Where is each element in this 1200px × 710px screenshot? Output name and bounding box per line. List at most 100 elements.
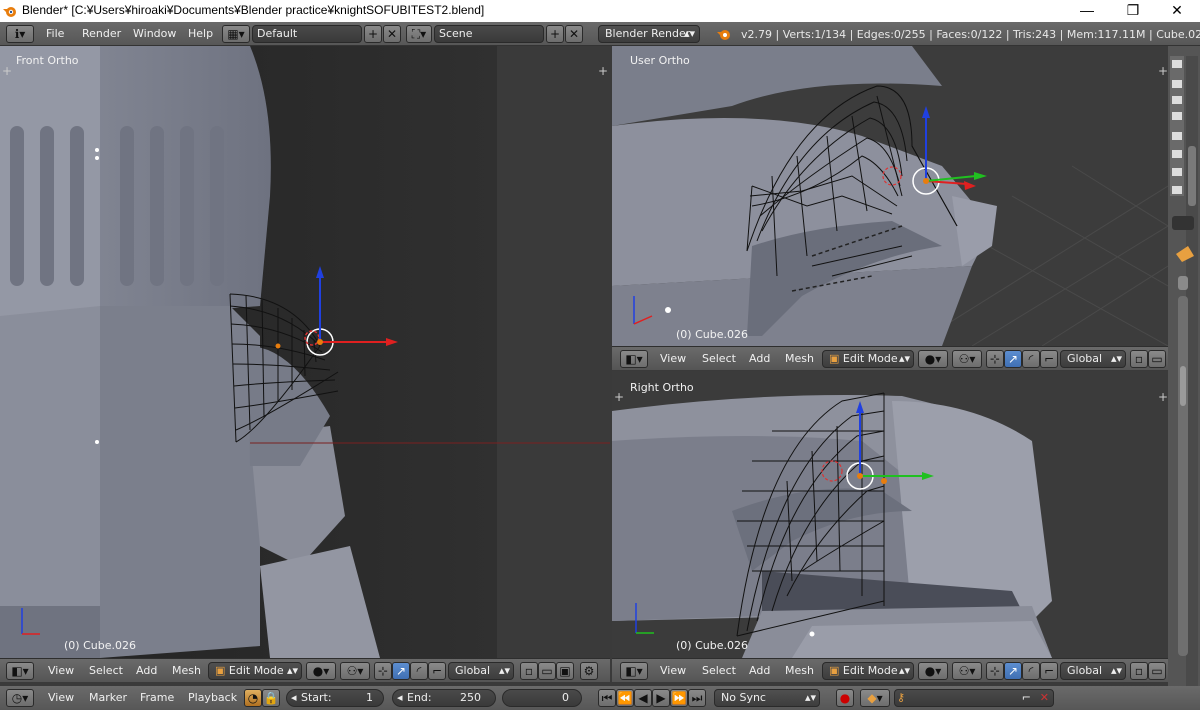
view3d-header-user: ◧▾ View Select Add Mesh ▣ Edit Mode ▴▾ ●▾…: [612, 346, 1168, 370]
vertex-select-icon[interactable]: ▫: [520, 662, 538, 680]
add-scene-icon[interactable]: +: [546, 25, 564, 43]
layout-grid-icon[interactable]: ▦▾: [222, 25, 250, 43]
area-split-handle-icon[interactable]: +: [598, 65, 608, 77]
shading-solid-icon[interactable]: ●▾: [918, 350, 948, 368]
shading-solid-icon[interactable]: ●▾: [918, 662, 948, 680]
area-split-handle-icon[interactable]: +: [2, 65, 12, 77]
mode-select[interactable]: ▣ Edit Mode ▴▾: [822, 350, 914, 368]
scene-icon[interactable]: ⛶▾: [406, 25, 432, 43]
menu-view[interactable]: View: [660, 352, 686, 365]
mode-select[interactable]: ▣ Edit Mode ▴▾: [822, 662, 914, 680]
active-object-label: (0) Cube.026: [676, 639, 748, 652]
keying-icon[interactable]: ◆▾: [860, 689, 890, 707]
menu-file[interactable]: File: [46, 27, 64, 40]
pivot-point-icon[interactable]: ⚇▾: [952, 350, 982, 368]
viewport-label: User Ortho: [630, 54, 690, 67]
play-reverse-icon[interactable]: ◀: [634, 689, 652, 707]
remove-scene-icon[interactable]: ✕: [565, 25, 583, 43]
menu-select[interactable]: Select: [89, 664, 123, 677]
menu-marker[interactable]: Marker: [89, 691, 127, 704]
pivot-point-icon[interactable]: ⚇▾: [952, 662, 982, 680]
area-split-handle-icon[interactable]: +: [1158, 65, 1168, 77]
menu-help[interactable]: Help: [188, 27, 213, 40]
jump-end-icon[interactable]: ⏭: [688, 689, 706, 707]
scale-manipulator-icon[interactable]: ⌐: [428, 662, 446, 680]
scale-manipulator-icon[interactable]: ⌐: [1040, 350, 1058, 368]
shading-solid-icon[interactable]: ●▾: [306, 662, 336, 680]
manipulator-toggle-icon[interactable]: ⊹: [986, 350, 1004, 368]
editor-type-3dview-icon[interactable]: ◧▾: [6, 662, 34, 680]
rotate-manipulator-icon[interactable]: ◜: [410, 662, 428, 680]
face-select-icon[interactable]: ▣: [556, 662, 574, 680]
blender-stats-icon: [717, 30, 730, 40]
area-split-handle-icon[interactable]: +: [1158, 391, 1168, 403]
menu-add[interactable]: Add: [749, 352, 770, 365]
editor-type-3dview-icon[interactable]: ◧▾: [620, 350, 648, 368]
mode-select[interactable]: ▣ Edit Mode ▴▾: [208, 662, 302, 680]
rotate-manipulator-icon[interactable]: ◜: [1022, 350, 1040, 368]
vertex-select-icon[interactable]: ▫: [1130, 350, 1148, 368]
menu-playback[interactable]: Playback: [188, 691, 237, 704]
menu-view[interactable]: View: [660, 664, 686, 677]
current-frame-field[interactable]: 0: [502, 689, 582, 707]
manipulator-toggle-icon[interactable]: ⊹: [986, 662, 1004, 680]
scale-manipulator-icon[interactable]: ⌐: [1040, 662, 1058, 680]
blender-window: Blender* [C:¥Users¥hiroaki¥Documents¥Ble…: [0, 0, 1200, 710]
record-icon[interactable]: ●: [836, 689, 854, 707]
active-object-label: (0) Cube.026: [676, 328, 748, 341]
render-engine-select[interactable]: Blender Render ▴▾: [598, 25, 700, 43]
area-split-handle-icon[interactable]: +: [614, 391, 624, 403]
jump-start-icon[interactable]: ⏮: [598, 689, 616, 707]
keying-set-field[interactable]: ⚷ ⌐ ✕: [894, 689, 1054, 707]
pivot-point-icon[interactable]: ⚇▾: [340, 662, 370, 680]
orientation-select[interactable]: Global ▴▾: [1060, 350, 1126, 368]
editor-type-info-icon[interactable]: ℹ▾: [6, 25, 34, 43]
menu-view[interactable]: View: [48, 691, 74, 704]
menu-select[interactable]: Select: [702, 352, 736, 365]
scene-field[interactable]: Scene: [434, 25, 544, 43]
menu-select[interactable]: Select: [702, 664, 736, 677]
viewport-user-ortho[interactable]: User Ortho (0) Cube.026: [612, 46, 1168, 346]
jump-keyframe-back-icon[interactable]: ⏪: [616, 689, 634, 707]
menu-add[interactable]: Add: [136, 664, 157, 677]
play-icon[interactable]: ▶: [652, 689, 670, 707]
sync-mode-select[interactable]: No Sync ▴▾: [714, 689, 820, 707]
menu-mesh[interactable]: Mesh: [172, 664, 201, 677]
jump-keyframe-forward-icon[interactable]: ⏩: [670, 689, 688, 707]
menu-frame[interactable]: Frame: [140, 691, 174, 704]
end-frame-field[interactable]: ◂ End: 250: [392, 689, 496, 707]
menu-view[interactable]: View: [48, 664, 74, 677]
preview-range-icon[interactable]: ◔: [244, 689, 262, 707]
menu-render[interactable]: Render: [82, 27, 121, 40]
translate-manipulator-icon[interactable]: ↗: [1004, 662, 1022, 680]
manipulator-toggle-icon[interactable]: ⊹: [374, 662, 392, 680]
remove-layout-icon[interactable]: ✕: [383, 25, 401, 43]
edge-select-icon[interactable]: ▭: [1148, 662, 1166, 680]
lock-range-icon[interactable]: 🔒: [262, 689, 280, 707]
close-button[interactable]: ✕: [1154, 0, 1200, 22]
orientation-select[interactable]: Global ▴▾: [448, 662, 514, 680]
editor-type-timeline-icon[interactable]: ◷▾: [6, 689, 34, 707]
minimize-button[interactable]: —: [1064, 0, 1110, 22]
maximize-button[interactable]: ❐: [1110, 0, 1156, 22]
vertex-select-icon[interactable]: ▫: [1130, 662, 1148, 680]
viewport-front-ortho[interactable]: Front Ortho (0) Cube.026: [0, 46, 610, 658]
occlude-geometry-icon[interactable]: ⚙: [580, 662, 598, 680]
add-layout-icon[interactable]: +: [364, 25, 382, 43]
menu-mesh[interactable]: Mesh: [785, 352, 814, 365]
viewport-right-ortho[interactable]: Right Ortho (0) Cube.026: [612, 371, 1168, 658]
menu-mesh[interactable]: Mesh: [785, 664, 814, 677]
translate-manipulator-icon[interactable]: ↗: [392, 662, 410, 680]
rotate-manipulator-icon[interactable]: ◜: [1022, 662, 1040, 680]
edge-select-icon[interactable]: ▭: [1148, 350, 1166, 368]
orientation-select[interactable]: Global ▴▾: [1060, 662, 1126, 680]
screen-layout-field[interactable]: Default: [252, 25, 362, 43]
translate-manipulator-icon[interactable]: ↗: [1004, 350, 1022, 368]
menu-window[interactable]: Window: [133, 27, 176, 40]
front-ortho-scene: [0, 46, 610, 658]
menu-add[interactable]: Add: [749, 664, 770, 677]
start-frame-field[interactable]: ◂ Start: 1: [286, 689, 384, 707]
edge-select-icon[interactable]: ▭: [538, 662, 556, 680]
active-object-label: (0) Cube.026: [64, 639, 136, 652]
editor-type-3dview-icon[interactable]: ◧▾: [620, 662, 648, 680]
